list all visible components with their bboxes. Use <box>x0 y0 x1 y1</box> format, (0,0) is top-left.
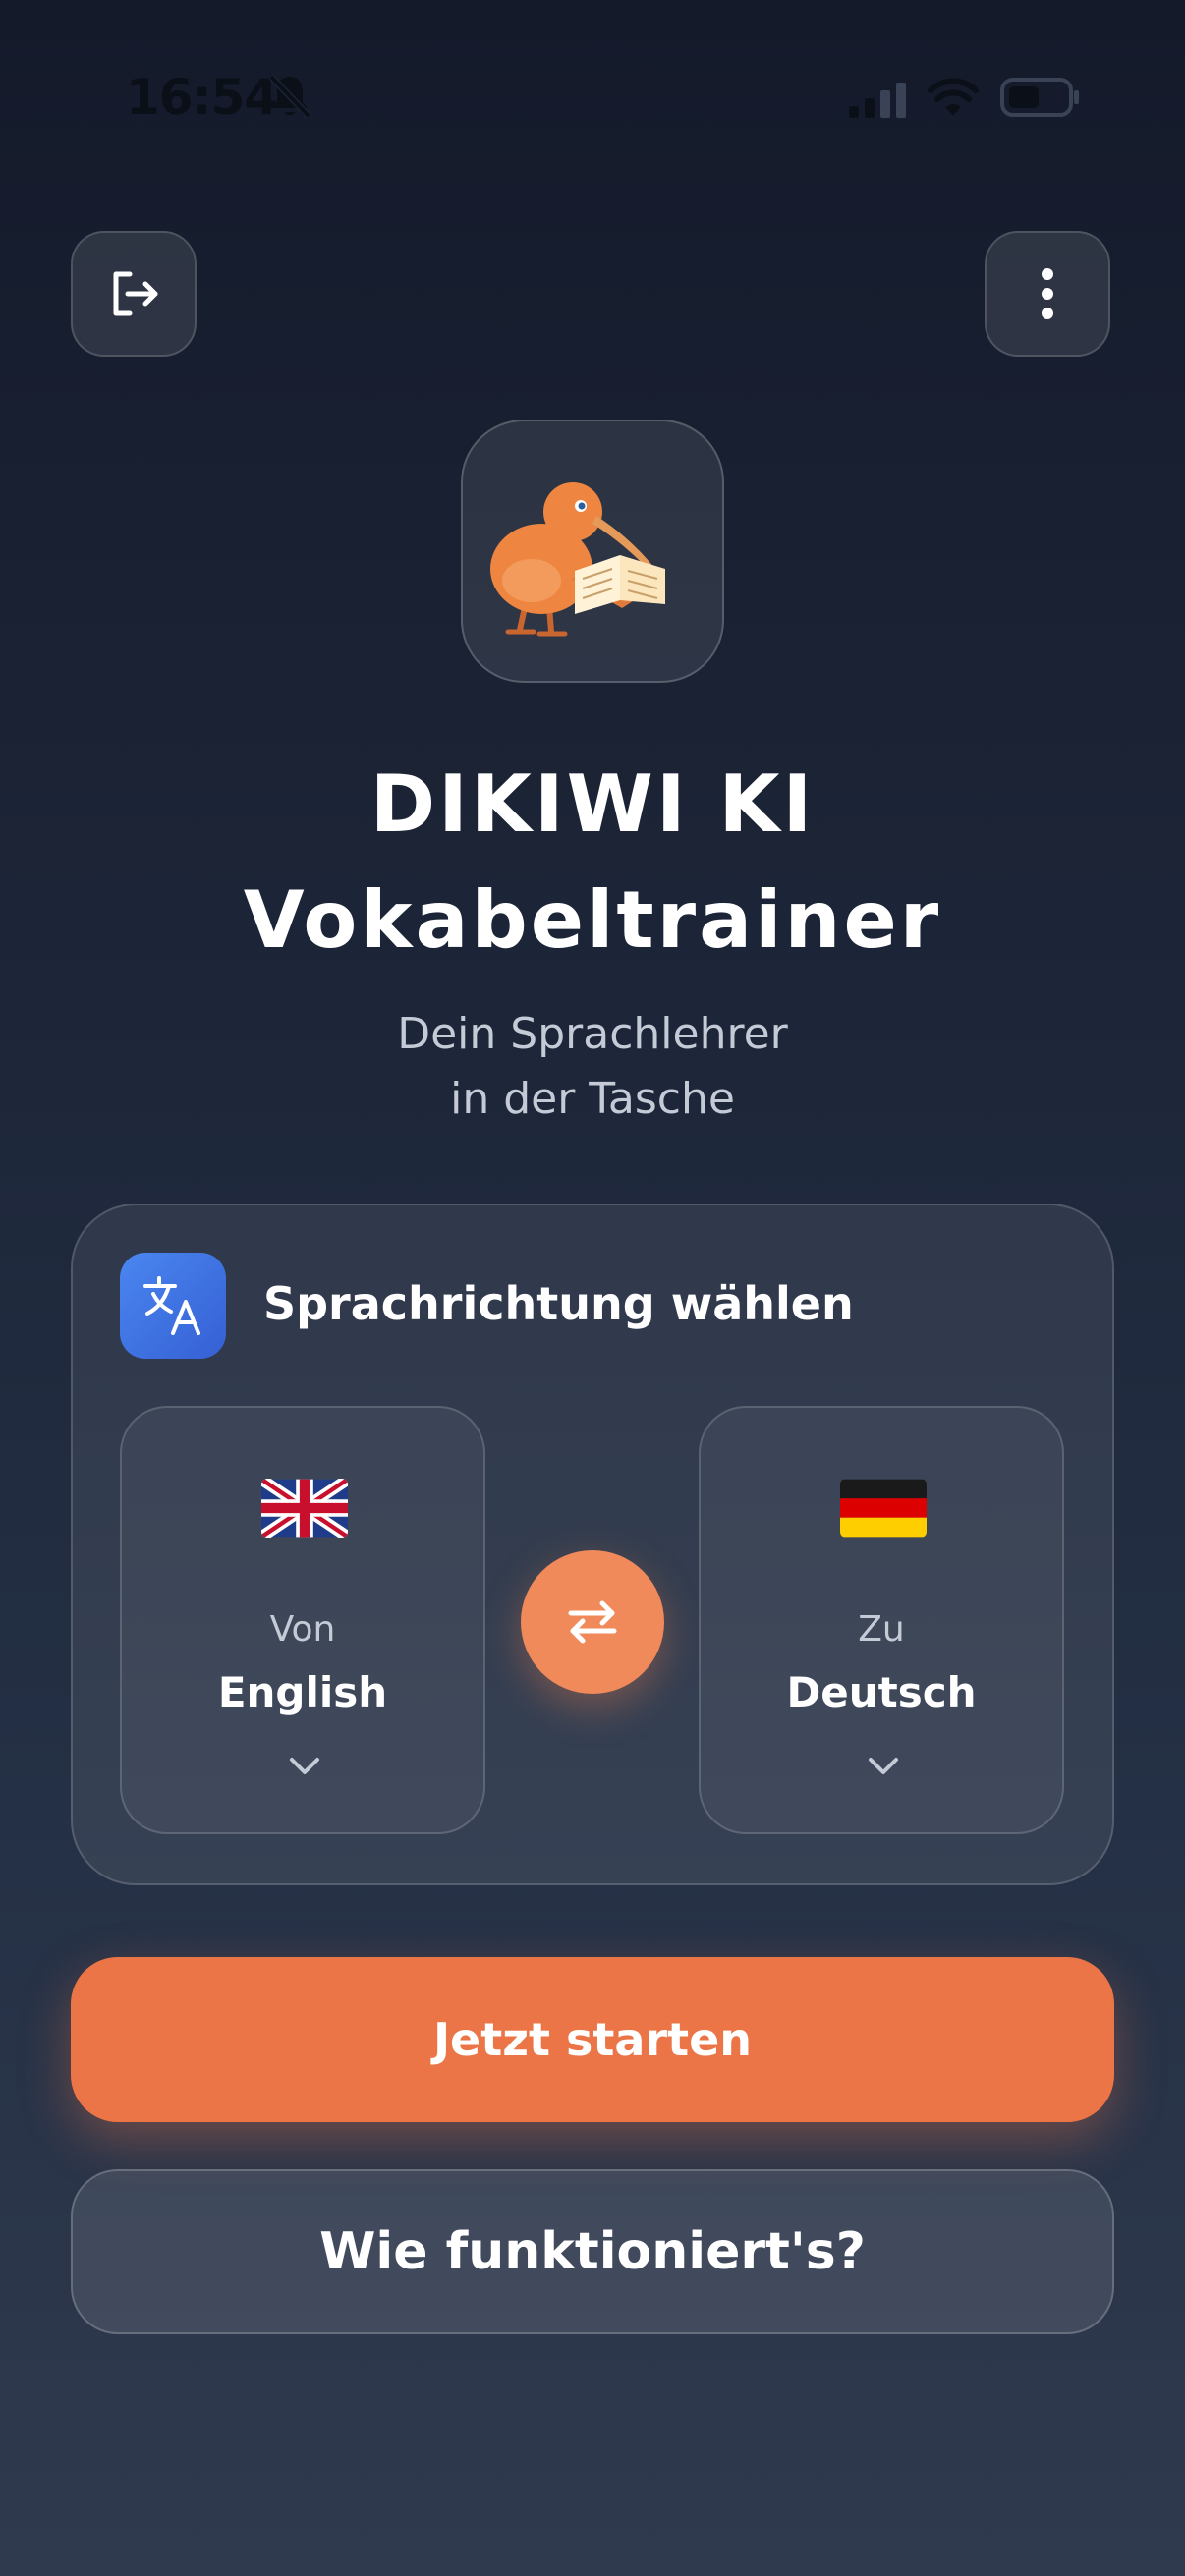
status-time: 16:54 <box>126 69 278 126</box>
logout-icon <box>113 271 158 316</box>
germany-flag-icon <box>840 1479 927 1538</box>
vertical-dots-icon <box>1042 268 1053 319</box>
battery-icon <box>1000 78 1079 117</box>
logout-button[interactable] <box>71 231 197 357</box>
app-logo <box>461 420 724 683</box>
chevron-down-icon <box>869 1758 898 1774</box>
translate-badge <box>120 1253 226 1359</box>
more-options-button[interactable] <box>985 231 1110 357</box>
from-caption: Von <box>269 1609 336 1650</box>
chevron-down-icon <box>290 1758 319 1774</box>
app-subtitle-line1: Dein Sprachlehrer <box>397 1009 788 1059</box>
from-language-name: English <box>217 1668 388 1716</box>
kiwi-bird-reading-book-icon <box>490 482 665 637</box>
to-language-selector[interactable]: Zu Deutsch <box>699 1406 1064 1834</box>
app-title: DIKIWI KI Vokabeltrainer <box>0 747 1185 979</box>
language-card-heading: Sprachrichtung wählen <box>263 1277 854 1330</box>
app-subtitle-line2: in der Tasche <box>450 1074 735 1124</box>
app-subtitle: Dein Sprachlehrer in der Tasche <box>0 1002 1185 1132</box>
how-it-works-button[interactable]: Wie funktioniert's? <box>71 2169 1114 2334</box>
to-language-name: Deutsch <box>786 1668 977 1716</box>
signal-icon <box>849 83 906 118</box>
swap-languages-button[interactable] <box>521 1550 664 1694</box>
wifi-icon <box>928 78 979 116</box>
from-language-selector[interactable]: Von English <box>120 1406 485 1834</box>
swap-arrows-icon <box>568 1600 617 1644</box>
start-button[interactable]: Jetzt starten <box>71 1957 1114 2122</box>
bell-slash-icon <box>268 74 311 119</box>
to-caption: Zu <box>858 1609 905 1650</box>
translate-icon <box>143 1276 200 1335</box>
uk-flag-icon <box>261 1479 348 1538</box>
app-title-line2: Vokabeltrainer <box>243 874 942 966</box>
app-title-line1: DIKIWI KI <box>369 758 816 850</box>
